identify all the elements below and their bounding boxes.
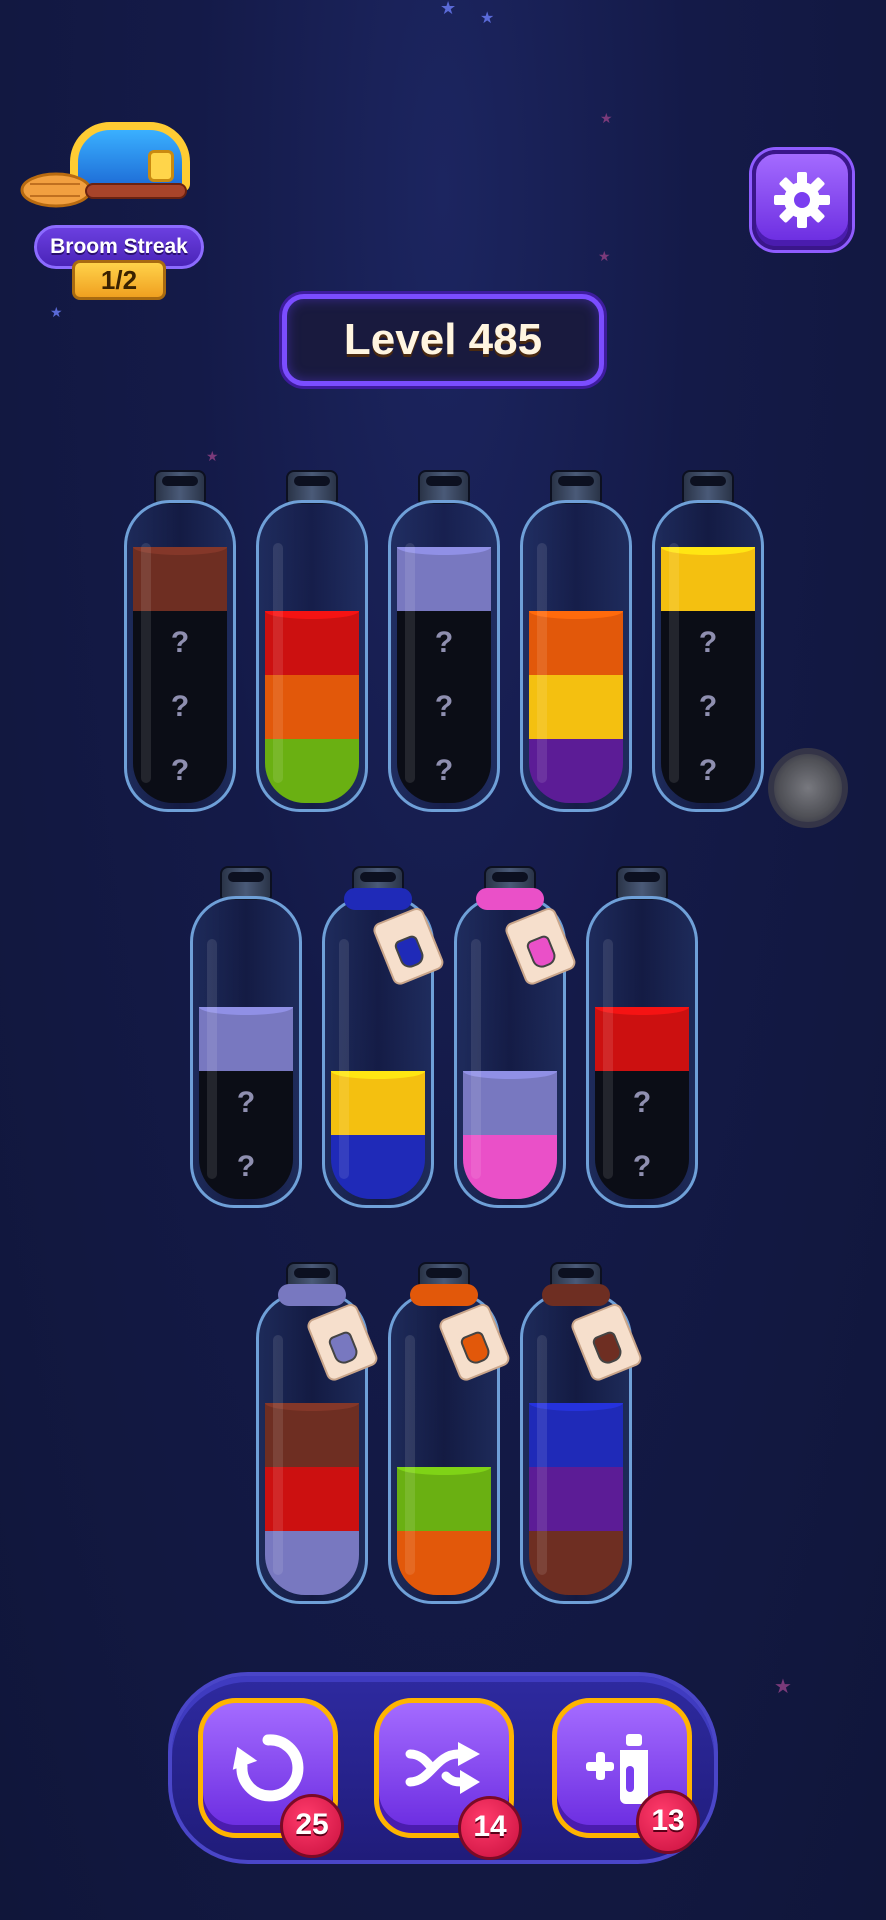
bottle[interactable] xyxy=(256,1262,380,1604)
gear-icon xyxy=(774,172,830,228)
bottle-neck xyxy=(616,866,668,900)
glass-shine xyxy=(405,543,415,783)
bottle[interactable] xyxy=(388,1262,512,1604)
bottle[interactable]: ??? xyxy=(652,470,764,812)
hidden-question-mark: ? xyxy=(170,754,190,787)
glass-shine xyxy=(603,939,613,1179)
bottle[interactable] xyxy=(520,470,632,812)
bottle-glass: ??? xyxy=(652,500,764,812)
bottle[interactable] xyxy=(454,866,578,1208)
add-bottle-count-badge: 13 xyxy=(636,1790,700,1854)
settings-button[interactable] xyxy=(752,150,852,250)
hidden-question-mark: ? xyxy=(698,690,718,723)
glass-shine xyxy=(273,543,283,783)
hidden-question-mark: ? xyxy=(434,626,454,659)
star-decoration: ★ xyxy=(206,449,219,465)
glass-shine xyxy=(207,939,217,1179)
bottle-neck xyxy=(286,470,338,504)
bottle-neck xyxy=(220,866,272,900)
hidden-question-mark: ? xyxy=(236,1086,256,1119)
bottle-glass: ??? xyxy=(124,500,236,812)
bottle-glass: ??? xyxy=(388,500,500,812)
star-decoration: ★ xyxy=(774,1674,792,1698)
hidden-question-mark: ? xyxy=(170,626,190,659)
bottle[interactable]: ??? xyxy=(124,470,236,812)
glass-shine xyxy=(405,1335,415,1575)
broom-icon xyxy=(20,172,187,208)
shuffle-count-badge: 14 xyxy=(458,1796,522,1860)
glass-shine xyxy=(537,1335,547,1575)
star-decoration: ★ xyxy=(600,111,613,127)
bottle[interactable] xyxy=(520,1262,644,1604)
star-decoration: ★ xyxy=(480,8,495,27)
hidden-question-mark: ? xyxy=(698,626,718,659)
hidden-question-mark: ? xyxy=(434,690,454,723)
floating-assist-button[interactable] xyxy=(768,748,848,828)
bottle[interactable]: ?? xyxy=(190,866,302,1208)
bottle-glass xyxy=(520,500,632,812)
bottle[interactable]: ?? xyxy=(586,866,698,1208)
hidden-question-mark: ? xyxy=(698,754,718,787)
star-decoration: ★ xyxy=(440,0,457,19)
level-title: Level 485 xyxy=(282,294,604,386)
bottle-neck xyxy=(154,470,206,504)
glass-shine xyxy=(471,939,481,1179)
hidden-question-mark: ? xyxy=(632,1150,652,1183)
glass-shine xyxy=(339,939,349,1179)
broom-streak-count: 1/2 xyxy=(72,260,166,300)
star-decoration: ★ xyxy=(598,249,611,265)
glass-shine xyxy=(669,543,679,783)
bottle-neck xyxy=(550,470,602,504)
bottle-neck xyxy=(682,470,734,504)
glass-shine xyxy=(273,1335,283,1575)
broom-streak-widget[interactable]: Broom Streak 1/2 xyxy=(20,110,210,310)
hidden-question-mark: ? xyxy=(170,690,190,723)
bottle[interactable] xyxy=(256,470,368,812)
shuffle-icon xyxy=(405,1742,480,1794)
hidden-question-mark: ? xyxy=(236,1150,256,1183)
undo-count-badge: 25 xyxy=(280,1794,344,1858)
glass-shine xyxy=(537,543,547,783)
bottle-neck xyxy=(418,470,470,504)
bottle-glass: ?? xyxy=(586,896,698,1208)
bottle[interactable] xyxy=(322,866,446,1208)
bottle[interactable]: ??? xyxy=(388,470,500,812)
bottle-glass: ?? xyxy=(190,896,302,1208)
glass-shine xyxy=(141,543,151,783)
bottle-glass xyxy=(256,500,368,812)
hidden-question-mark: ? xyxy=(434,754,454,787)
hidden-question-mark: ? xyxy=(632,1086,652,1119)
